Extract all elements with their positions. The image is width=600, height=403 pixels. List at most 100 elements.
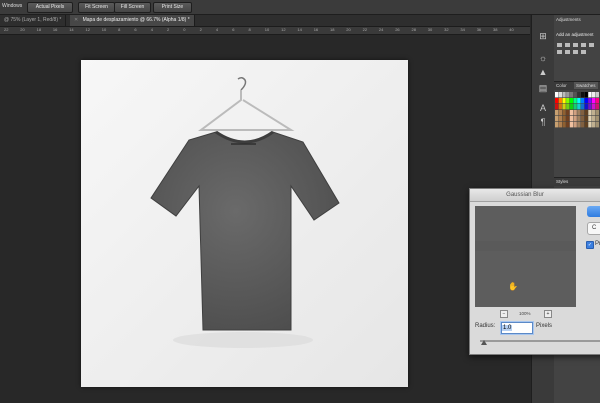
swatch xyxy=(569,92,574,98)
swatch xyxy=(584,92,588,98)
close-icon[interactable]: ✕ xyxy=(74,17,78,23)
tab-mapa-desplazamiento[interactable]: ✕ Mapa de desplazamiento @ 66.7% (Alpha … xyxy=(70,15,195,26)
swatch xyxy=(555,122,559,128)
dialog-title: Gaussian Blur xyxy=(470,189,600,202)
radius-slider-track[interactable] xyxy=(480,340,600,342)
ok-button[interactable] xyxy=(587,206,600,217)
swatch xyxy=(584,122,588,128)
blur-preview[interactable]: ✋ xyxy=(475,206,576,307)
tab-styles[interactable]: Styles xyxy=(556,178,568,185)
ruler-tick: 28 xyxy=(411,27,416,32)
ruler-tick: 12 xyxy=(281,27,286,32)
ruler-tick: 2 xyxy=(199,27,202,32)
swatch xyxy=(562,92,566,98)
history-icon[interactable]: ⊞ xyxy=(536,29,550,43)
tab-swatches[interactable]: Swatches xyxy=(574,82,598,89)
preview-checkbox[interactable]: ✓ xyxy=(586,241,594,249)
ruler-tick: 10 xyxy=(264,27,270,32)
swatch xyxy=(555,110,559,116)
zoom-level: 100% xyxy=(519,311,531,316)
ruler-tick: 14 xyxy=(297,27,302,32)
fit-screen-button[interactable]: Fit Screen xyxy=(78,2,115,13)
swatch xyxy=(573,104,577,110)
swatch xyxy=(569,122,574,128)
zoom-out-button[interactable]: − xyxy=(500,310,508,318)
ruler-tick: 4 xyxy=(150,27,153,32)
swatch xyxy=(569,110,574,116)
swatch xyxy=(562,98,566,104)
swatch xyxy=(584,116,588,122)
ruler-tick: 16 xyxy=(313,27,319,32)
character-icon[interactable]: A xyxy=(536,101,550,115)
swatch xyxy=(592,92,596,98)
windows-menu[interactable]: Windows xyxy=(2,3,22,9)
document-canvas[interactable] xyxy=(81,60,408,387)
ruler-tick: 14 xyxy=(69,27,74,32)
swatch xyxy=(592,104,596,110)
swatch xyxy=(588,98,592,104)
swatch xyxy=(592,110,596,116)
swatch xyxy=(595,98,599,104)
swatch xyxy=(584,104,588,110)
swatch xyxy=(573,110,577,116)
tab-label: @ 75% (Layer 1, Red/8) * xyxy=(4,17,62,23)
swatch xyxy=(577,92,581,98)
layers-icon[interactable]: ▤ xyxy=(536,81,550,95)
swatch xyxy=(580,98,585,104)
swatch xyxy=(562,110,566,116)
ruler-tick: 22 xyxy=(4,27,9,32)
cancel-button[interactable]: C xyxy=(587,222,600,235)
levels-icon[interactable]: ▲ xyxy=(536,65,550,79)
swatch xyxy=(558,98,562,104)
ruler-tick: 8 xyxy=(248,27,251,32)
tab-adjustments[interactable]: Adjustments xyxy=(556,16,581,23)
ruler-tick: 4 xyxy=(215,27,219,32)
swatch xyxy=(569,116,574,122)
print-size-button[interactable]: Print Size xyxy=(153,2,192,13)
tab-color[interactable]: Color xyxy=(556,82,567,89)
swatch xyxy=(577,110,581,116)
paragraph-icon[interactable]: ¶ xyxy=(536,115,550,129)
swatch xyxy=(580,122,585,128)
radius-unit: Pixels xyxy=(536,323,553,329)
radius-slider-thumb[interactable] xyxy=(481,340,487,345)
swatch xyxy=(566,110,570,116)
swatch xyxy=(562,104,566,110)
brightness-icon[interactable]: ☼ xyxy=(536,51,550,65)
swatch xyxy=(588,104,592,110)
zoom-in-button[interactable]: + xyxy=(544,310,552,318)
ruler-tick: 0 xyxy=(183,27,186,32)
ruler-tick: 18 xyxy=(36,27,42,32)
document-tabs: @ 75% (Layer 1, Red/8) * ✕ Mapa de despl… xyxy=(0,15,530,27)
gaussian-blur-dialog: Gaussian Blur ✋ − 100% + Radius: 1.0 Pix… xyxy=(469,188,600,355)
swatch xyxy=(569,98,574,104)
swatch xyxy=(592,122,596,128)
swatch xyxy=(562,116,566,122)
ruler-tick: 34 xyxy=(460,27,465,32)
swatch xyxy=(577,104,581,110)
swatch xyxy=(577,116,581,122)
swatch xyxy=(584,98,588,104)
swatch xyxy=(555,98,559,104)
swatch xyxy=(558,104,562,110)
radius-input[interactable]: 1.0 xyxy=(501,322,533,334)
ruler-tick: 20 xyxy=(20,27,25,32)
ruler-tick: 40 xyxy=(509,27,514,32)
ruler-tick: 32 xyxy=(444,27,449,32)
adjustments-hint: Add an adjustment xyxy=(556,32,594,37)
tab-layer-1[interactable]: @ 75% (Layer 1, Red/8) * xyxy=(0,15,67,26)
ruler-tick: 20 xyxy=(346,27,351,32)
ruler-tick: 18 xyxy=(330,27,335,32)
radius-label: Radius: xyxy=(475,323,496,329)
swatches-grid[interactable] xyxy=(554,91,600,131)
tab-label: Mapa de desplazamiento @ 66.7% (Alpha 1/… xyxy=(82,17,190,23)
swatch xyxy=(588,116,592,122)
swatch xyxy=(566,104,570,110)
swatch xyxy=(588,92,592,98)
swatch xyxy=(558,92,562,98)
fill-screen-button[interactable]: Fill Screen xyxy=(114,2,151,13)
actual-pixels-button[interactable]: Actual Pixels xyxy=(27,2,73,13)
swatch xyxy=(595,110,599,116)
ruler-tick: 26 xyxy=(395,27,400,32)
adjustment-icons[interactable] xyxy=(556,41,598,55)
